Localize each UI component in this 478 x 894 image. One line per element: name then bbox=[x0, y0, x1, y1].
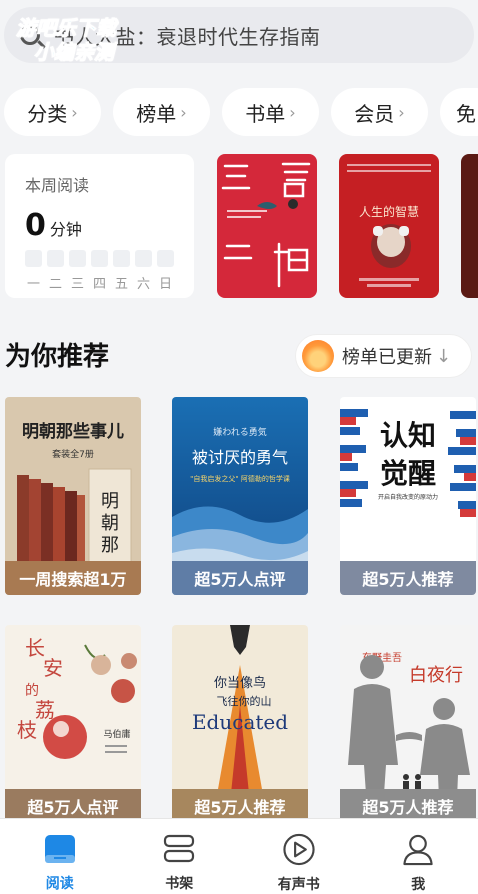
chevron-right-icon: › bbox=[180, 102, 187, 122]
weekly-title: 本周阅读 bbox=[25, 176, 90, 195]
svg-text:明: 明 bbox=[101, 491, 119, 512]
weekday: 二 bbox=[47, 250, 64, 292]
chevron-right-icon: › bbox=[71, 102, 78, 122]
chip-membership[interactable]: 会员 › bbox=[331, 88, 428, 136]
chip-free[interactable]: 免 bbox=[440, 88, 478, 136]
nav-label: 有声书 bbox=[277, 877, 320, 893]
book-card[interactable]: 东野圭吾 白夜行 超5万人推荐 bbox=[340, 625, 476, 823]
book-card[interactable]: 认知 觉醒 开启自我改变的原动力 超5万人推荐 bbox=[340, 397, 476, 595]
svg-text:枝: 枝 bbox=[17, 718, 37, 742]
book-caption: 超5万人推荐 bbox=[340, 561, 476, 595]
book-cover-sanyan-erpai[interactable] bbox=[217, 154, 317, 298]
search-icon bbox=[20, 25, 40, 45]
svg-text:白夜行: 白夜行 bbox=[409, 665, 463, 686]
category-chips: 分类 › 榜单 › 书单 › 会员 › 免 bbox=[4, 88, 478, 136]
weekday-tracker: 一 二 三 四 五 六 日 bbox=[25, 250, 174, 292]
book-caption: 一周搜索超1万 bbox=[5, 561, 141, 595]
svg-text:那: 那 bbox=[101, 535, 119, 556]
svg-text:嫌われる勇気: 嫌われる勇気 bbox=[213, 426, 267, 438]
weekly-minutes: 0 分钟 bbox=[25, 208, 194, 243]
nav-audiobook[interactable]: 有声书 bbox=[239, 819, 359, 894]
book-card[interactable]: 长 安 的 荔 枝 马伯庸 超5万人点评 bbox=[5, 625, 141, 823]
chip-label: 分类 bbox=[27, 101, 68, 126]
search-bar[interactable]: 书人大盐：衰退时代生存指南 bbox=[4, 7, 474, 63]
weekly-reading-card[interactable]: 本周阅读 0 分钟 一 二 三 四 五 六 日 bbox=[5, 154, 194, 298]
weekday: 六 bbox=[135, 250, 152, 292]
weekly-minutes-value: 0 bbox=[25, 208, 46, 243]
svg-text:觉醒: 觉醒 bbox=[380, 457, 436, 490]
book-card[interactable]: 嫌われる勇気 被讨厌的勇气 "自我启发之父" 阿德勒的哲学课 超5万人点评 bbox=[172, 397, 308, 595]
rank-updated-button[interactable]: 榜单已更新 ↓ bbox=[295, 334, 472, 378]
book-card[interactable]: 你当像鸟 飞往你的山 Educated 超5万人推荐 bbox=[172, 625, 308, 823]
nav-bookshelf[interactable]: 书架 bbox=[120, 819, 240, 894]
nav-reading[interactable]: 阅读 bbox=[0, 819, 120, 894]
svg-text:安: 安 bbox=[43, 656, 63, 680]
svg-text:明朝那些事儿: 明朝那些事儿 bbox=[22, 421, 124, 442]
book-cover-partial[interactable] bbox=[461, 154, 478, 298]
book-card[interactable]: 明朝那些事儿 套装全7册 明 朝 那 一周搜索超1万 bbox=[5, 397, 141, 595]
chip-label: 免 bbox=[456, 101, 476, 126]
play-icon bbox=[283, 833, 315, 866]
arrow-down-icon: ↓ bbox=[436, 345, 452, 367]
chip-label: 会员 bbox=[354, 101, 395, 126]
nav-label: 我 bbox=[411, 877, 426, 893]
book-cover-life-wisdom[interactable]: 人生的智慧 bbox=[339, 154, 439, 298]
weekly-minutes-unit: 分钟 bbox=[49, 220, 82, 239]
svg-text:你当像鸟: 你当像鸟 bbox=[214, 675, 266, 691]
svg-text:荔: 荔 bbox=[35, 698, 55, 722]
reading-home-page: 书人大盐：衰退时代生存指南 游吧乐下载 小编亲测 分类 › 榜单 › 书单 › 会员 ›… bbox=[0, 0, 478, 894]
chip-label: 书单 bbox=[245, 101, 286, 126]
svg-text:开启自我改变的原动力: 开启自我改变的原动力 bbox=[378, 493, 438, 501]
chip-category[interactable]: 分类 › bbox=[4, 88, 101, 136]
flame-icon bbox=[302, 340, 334, 372]
svg-text:套装全7册: 套装全7册 bbox=[52, 448, 94, 460]
weekday: 五 bbox=[113, 250, 130, 292]
weekday: 一 bbox=[25, 250, 42, 292]
svg-text:"自我启发之父" 阿德勒的哲学课: "自我启发之父" 阿德勒的哲学课 bbox=[190, 474, 290, 483]
chevron-right-icon: › bbox=[398, 102, 405, 122]
nav-label: 阅读 bbox=[45, 876, 74, 892]
shelf-icon bbox=[164, 834, 195, 863]
svg-text:Educated: Educated bbox=[192, 710, 288, 734]
book-caption: 超5万人点评 bbox=[172, 561, 308, 595]
book-icon bbox=[44, 835, 75, 863]
svg-text:朝: 朝 bbox=[101, 513, 119, 534]
person-icon bbox=[403, 834, 433, 866]
weekday: 四 bbox=[91, 250, 108, 292]
recommend-title: 为你推荐 bbox=[5, 342, 110, 372]
chip-booklists[interactable]: 书单 › bbox=[222, 88, 319, 136]
svg-text:认知: 认知 bbox=[380, 419, 436, 452]
nav-me[interactable]: 我 bbox=[359, 819, 478, 894]
bottom-nav: 阅读 书架 有声书 我 bbox=[0, 818, 478, 894]
chevron-right-icon: › bbox=[289, 102, 296, 122]
chip-label: 榜单 bbox=[136, 101, 177, 126]
search-placeholder: 书人大盐：衰退时代生存指南 bbox=[54, 24, 321, 49]
weekday: 三 bbox=[69, 250, 86, 292]
svg-text:人生的智慧: 人生的智慧 bbox=[359, 204, 419, 219]
weekday: 日 bbox=[157, 250, 174, 292]
rank-updated-label: 榜单已更新 bbox=[342, 347, 432, 368]
svg-text:的: 的 bbox=[25, 683, 39, 699]
chip-rankings[interactable]: 榜单 › bbox=[113, 88, 210, 136]
svg-text:被讨厌的勇气: 被讨厌的勇气 bbox=[192, 448, 288, 467]
svg-text:飞往你的山: 飞往你的山 bbox=[217, 694, 272, 708]
svg-text:马伯庸: 马伯庸 bbox=[103, 728, 130, 740]
nav-label: 书架 bbox=[165, 876, 194, 892]
svg-text:长: 长 bbox=[25, 636, 45, 660]
